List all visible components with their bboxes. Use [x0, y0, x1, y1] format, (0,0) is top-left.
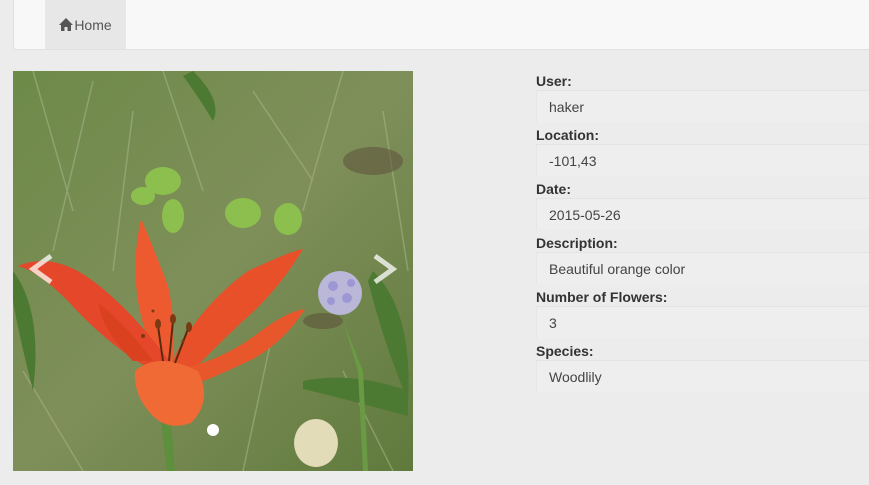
location-value: -101,43	[536, 144, 869, 176]
species-label: Species:	[536, 343, 594, 359]
navbar: Home	[13, 0, 869, 50]
number-of-flowers-value: 3	[536, 306, 869, 338]
nav-home-link[interactable]: Home	[45, 0, 126, 49]
date-label: Date:	[536, 181, 572, 197]
date-value: 2015-05-26	[536, 198, 869, 230]
carousel-dot-icon[interactable]	[207, 424, 219, 436]
flower-photo	[13, 71, 413, 471]
description-value: Beautiful orange color	[536, 252, 869, 284]
home-icon	[59, 18, 74, 31]
flower-details: User: haker Location: -101,43 Date: 2015…	[536, 72, 869, 396]
location-label: Location:	[536, 127, 599, 143]
user-label: User:	[536, 73, 572, 89]
description-label: Description:	[536, 235, 618, 251]
user-value: haker	[536, 90, 869, 122]
nav-home-label: Home	[74, 16, 112, 33]
species-value: Woodlily	[536, 360, 869, 392]
number-of-flowers-label: Number of Flowers:	[536, 289, 668, 305]
